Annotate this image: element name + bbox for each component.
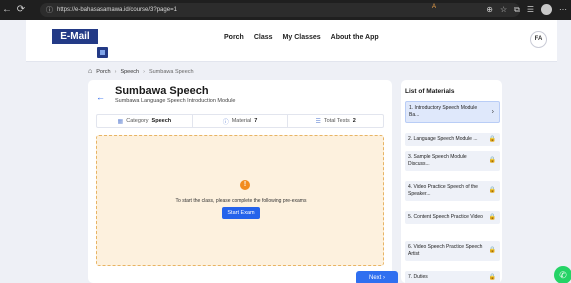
info-tests: ☰ Total Tests 2 [288, 115, 383, 127]
url-text: https://e-bahasasamawa.id/course/3?page=… [57, 7, 177, 13]
material-item-6[interactable]: 6. Video Speech Practice Speech Artist 🔒 [405, 241, 500, 261]
lock-icon: 🔒 [488, 274, 496, 280]
material-item-label: 7. Duties [408, 274, 428, 280]
info-icon: ⓘ [222, 119, 229, 126]
next-button[interactable]: Next › [356, 271, 398, 283]
home-icon[interactable]: ⌂ [88, 68, 92, 75]
zoom-icon[interactable]: ⊕ [486, 0, 493, 20]
course-card: ← Sumbawa Speech Sumbawa Language Speech… [88, 80, 398, 283]
page-title: Sumbawa Speech [115, 85, 209, 97]
chevron-right-icon: › [143, 68, 145, 75]
warning-icon: ! [240, 180, 250, 190]
info-material: ⓘ Material 7 [193, 115, 289, 127]
breadcrumb-porch[interactable]: Porch [96, 69, 110, 75]
material-item-label: 4. Video Practice Speech of the Speaker.… [408, 184, 478, 197]
whatsapp-icon[interactable]: ✆ [554, 266, 571, 283]
next-button-label: Next [368, 275, 382, 281]
info-tests-value: 2 [352, 118, 356, 124]
lock-icon: 🔒 [488, 157, 496, 164]
more-icon[interactable]: ⋯ [559, 0, 567, 20]
chevron-right-icon: › [491, 108, 494, 116]
extensions-icon[interactable]: ⧉ [514, 0, 520, 20]
main-nav: Porch Class My Classes About the App [224, 34, 379, 41]
lock-icon: 🔒 [488, 247, 496, 254]
materials-title: List of Materials [405, 88, 455, 95]
site-info-icon[interactable]: ⓘ [46, 5, 53, 15]
nav-class[interactable]: Class [254, 34, 273, 41]
material-item-3[interactable]: 3. Sample Speech Module Discuss... 🔒 [405, 151, 500, 171]
info-category-value: Speech [151, 118, 172, 124]
favorite-icon[interactable]: ☆ [500, 0, 507, 20]
logo-badge-icon [97, 47, 108, 58]
pre-exam-message: To start the class, please complete the … [175, 198, 307, 204]
material-item-label: 1. Introductory Speech Module Ba... [409, 105, 478, 118]
info-category-label: Category [126, 118, 149, 124]
info-material-label: Material [231, 118, 252, 124]
favorites-bar-icon[interactable]: ☰ [527, 0, 534, 20]
address-bar[interactable]: ⓘ https://e-bahasasamawa.id/course/3?pag… [40, 3, 520, 17]
list-icon: ☰ [315, 118, 321, 125]
site-logo[interactable]: E-Mail [52, 29, 98, 44]
course-subtitle: Sumbawa Language Speech Introduction Mod… [115, 98, 236, 104]
material-item-label: 6. Video Speech Practice Speech Artist [408, 244, 483, 257]
lock-icon: 🔒 [488, 214, 496, 220]
back-arrow-icon[interactable]: ← [96, 92, 105, 102]
breadcrumb-speech[interactable]: Speech [120, 69, 139, 75]
material-item-label: 2. Language Speech Module ... [408, 136, 478, 142]
materials-panel: List of Materials 1. Introductory Speech… [401, 80, 502, 283]
nav-porch[interactable]: Porch [224, 34, 244, 41]
course-info-bar: ▦ Category Speech ⓘ Material 7 ☰ Total T… [96, 114, 384, 128]
material-item-7[interactable]: 7. Duties 🔒 [405, 271, 500, 283]
nav-my-classes[interactable]: My Classes [283, 34, 321, 41]
back-icon[interactable]: ← [0, 0, 14, 20]
material-item-label: 3. Sample Speech Module Discuss... [408, 154, 467, 167]
category-icon: ▦ [117, 118, 124, 125]
chevron-right-icon: › [114, 68, 117, 75]
reader-mode-icon[interactable]: A [432, 4, 436, 10]
material-item-1[interactable]: 1. Introductory Speech Module Ba... › [405, 101, 500, 123]
material-item-label: 5. Content Speech Practice Video [408, 214, 483, 220]
start-exam-button[interactable]: Start Exam [222, 207, 260, 219]
chevron-right-icon: › [383, 275, 385, 281]
info-tests-label: Total Tests [323, 118, 350, 124]
lock-icon: 🔒 [488, 187, 496, 194]
breadcrumb: ⌂ Porch › Speech › Sumbawa Speech [88, 68, 194, 75]
profile-icon[interactable] [541, 4, 552, 15]
nav-about[interactable]: About the App [331, 34, 379, 41]
info-category: ▦ Category Speech [97, 115, 193, 127]
breadcrumb-current: Sumbawa Speech [148, 68, 194, 75]
material-item-2[interactable]: 2. Language Speech Module ... 🔒 [405, 133, 500, 146]
site-header: E-Mail Porch Class My Classes About the … [26, 20, 557, 62]
pre-exam-notice: ! To start the class, please complete th… [96, 135, 384, 266]
refresh-icon[interactable]: ⟳ [14, 0, 28, 20]
material-item-4[interactable]: 4. Video Practice Speech of the Speaker.… [405, 181, 500, 201]
browser-chrome: ← ⟳ ⓘ https://e-bahasasamawa.id/course/3… [0, 0, 571, 20]
lock-icon: 🔒 [488, 136, 496, 142]
material-item-5[interactable]: 5. Content Speech Practice Video 🔒 [405, 211, 500, 224]
user-avatar[interactable]: FA [530, 31, 547, 48]
info-material-value: 7 [254, 118, 258, 124]
